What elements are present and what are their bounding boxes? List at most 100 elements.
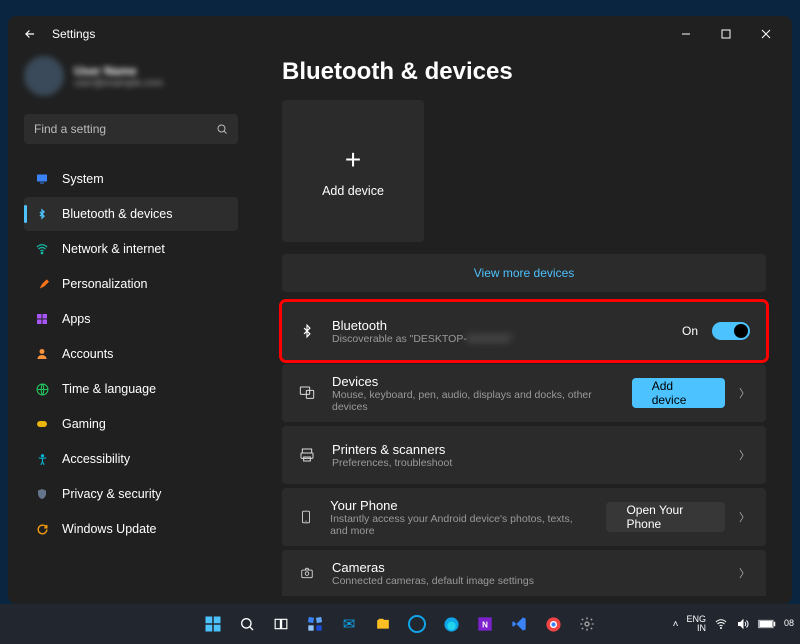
sidebar-item-label: Bluetooth & devices — [62, 207, 173, 221]
sidebar-item-label: System — [62, 172, 104, 186]
sidebar-item-gaming[interactable]: Gaming — [24, 407, 238, 441]
back-button[interactable] — [16, 20, 44, 48]
sidebar-item-accounts[interactable]: Accounts — [24, 337, 238, 371]
phone-icon — [298, 508, 314, 526]
bluetooth-row[interactable]: Bluetooth Discoverable as "DESKTOP-XXXXX… — [282, 302, 766, 360]
chevron-right-icon: 〉 — [739, 509, 750, 525]
cameras-row[interactable]: Cameras Connected cameras, default image… — [282, 550, 766, 596]
sidebar-item-label: Apps — [62, 312, 91, 326]
settings-window: Settings User Name user@example.com Find… — [8, 16, 792, 604]
user-name: User Name — [74, 64, 163, 78]
sidebar-item-label: Personalization — [62, 277, 147, 291]
bluetooth-icon — [298, 322, 316, 340]
sidebar-item-privacy-security[interactable]: Privacy & security — [24, 477, 238, 511]
game-icon — [34, 416, 50, 432]
globe-icon — [34, 381, 50, 397]
phone-title: Your Phone — [330, 498, 590, 513]
sidebar-item-windows-update[interactable]: Windows Update — [24, 512, 238, 546]
explorer-icon[interactable] — [368, 609, 398, 639]
language-indicator[interactable]: ENGIN — [686, 615, 706, 633]
sidebar-item-system[interactable]: System — [24, 162, 238, 196]
chevron-right-icon: 〉 — [739, 565, 750, 581]
clock[interactable]: 08 — [784, 619, 794, 629]
bluetooth-title: Bluetooth — [332, 318, 513, 333]
grid-icon — [34, 311, 50, 327]
window-title: Settings — [52, 27, 95, 41]
search-placeholder: Find a setting — [34, 122, 106, 136]
close-button[interactable] — [746, 20, 786, 48]
sidebar-item-label: Network & internet — [62, 242, 165, 256]
devices-row[interactable]: Devices Mouse, keyboard, pen, audio, dis… — [282, 364, 766, 422]
open-phone-button[interactable]: Open Your Phone — [606, 502, 725, 532]
sidebar-item-label: Accessibility — [62, 452, 130, 466]
edge-icon[interactable] — [436, 609, 466, 639]
printer-icon — [298, 447, 316, 463]
bluetooth-state: On — [682, 324, 698, 338]
maximize-button[interactable] — [706, 20, 746, 48]
bluetooth-icon — [34, 206, 50, 222]
search-input[interactable]: Find a setting — [24, 114, 238, 144]
printers-title: Printers & scanners — [332, 442, 452, 457]
main-panel: Bluetooth & devices + Add device View mo… — [246, 52, 792, 604]
sidebar-item-label: Accounts — [62, 347, 113, 361]
cameras-title: Cameras — [332, 560, 534, 575]
sidebar-item-label: Gaming — [62, 417, 106, 431]
sidebar-item-accessibility[interactable]: Accessibility — [24, 442, 238, 476]
devices-icon — [298, 385, 316, 401]
devices-title: Devices — [332, 374, 616, 389]
taskbar: ✉ N ˄ ENGIN 0 — [0, 604, 800, 644]
page-title: Bluetooth & devices — [282, 58, 766, 86]
plus-icon: + — [345, 144, 361, 176]
printers-row[interactable]: Printers & scanners Preferences, trouble… — [282, 426, 766, 484]
minimize-button[interactable] — [666, 20, 706, 48]
user-info[interactable]: User Name user@example.com — [24, 56, 238, 96]
cameras-sub: Connected cameras, default image setting… — [332, 575, 534, 587]
avatar — [24, 56, 64, 96]
search-button[interactable] — [232, 609, 262, 639]
view-more-devices[interactable]: View more devices — [282, 254, 766, 292]
chevron-right-icon: 〉 — [739, 447, 750, 463]
sidebar-item-bluetooth-devices[interactable]: Bluetooth & devices — [24, 197, 238, 231]
start-button[interactable] — [198, 609, 228, 639]
settings-icon[interactable] — [572, 609, 602, 639]
titlebar: Settings — [8, 16, 792, 52]
sidebar-item-label: Time & language — [62, 382, 156, 396]
onenote-icon[interactable]: N — [470, 609, 500, 639]
bluetooth-sub: Discoverable as "DESKTOP-XXXXXX" — [332, 333, 513, 345]
phone-row[interactable]: Your Phone Instantly access your Android… — [282, 488, 766, 546]
tray-chevron-icon[interactable]: ˄ — [673, 619, 679, 630]
sidebar-item-personalization[interactable]: Personalization — [24, 267, 238, 301]
user-email: user@example.com — [74, 78, 163, 89]
chrome-icon[interactable] — [538, 609, 568, 639]
update-icon — [34, 521, 50, 537]
access-icon — [34, 451, 50, 467]
bluetooth-toggle[interactable] — [712, 322, 750, 340]
volume-icon[interactable] — [736, 618, 750, 630]
monitor-icon — [34, 171, 50, 187]
svg-text:N: N — [482, 620, 488, 629]
battery-icon[interactable] — [758, 619, 776, 629]
shield-icon — [34, 486, 50, 502]
camera-icon — [298, 566, 316, 580]
thunderbird-icon[interactable]: ✉ — [334, 609, 364, 639]
devices-sub: Mouse, keyboard, pen, audio, displays an… — [332, 389, 616, 413]
sidebar: User Name user@example.com Find a settin… — [8, 52, 246, 604]
vscode-icon[interactable] — [504, 609, 534, 639]
add-device-label: Add device — [322, 184, 384, 198]
task-view-button[interactable] — [266, 609, 296, 639]
widgets-button[interactable] — [300, 609, 330, 639]
chevron-right-icon: 〉 — [739, 385, 750, 401]
add-device-button[interactable]: Add device — [632, 378, 725, 408]
sidebar-item-label: Windows Update — [62, 522, 157, 536]
sidebar-item-label: Privacy & security — [62, 487, 161, 501]
wifi-icon[interactable] — [714, 618, 728, 630]
sidebar-item-network-internet[interactable]: Network & internet — [24, 232, 238, 266]
brush-icon — [34, 276, 50, 292]
sidebar-item-apps[interactable]: Apps — [24, 302, 238, 336]
search-icon — [216, 123, 228, 135]
add-device-tile[interactable]: + Add device — [282, 100, 424, 242]
wifi-icon — [34, 241, 50, 257]
dell-icon[interactable] — [402, 609, 432, 639]
nav-list: System Bluetooth & devices Network & inter… — [24, 162, 238, 546]
sidebar-item-time-language[interactable]: Time & language — [24, 372, 238, 406]
